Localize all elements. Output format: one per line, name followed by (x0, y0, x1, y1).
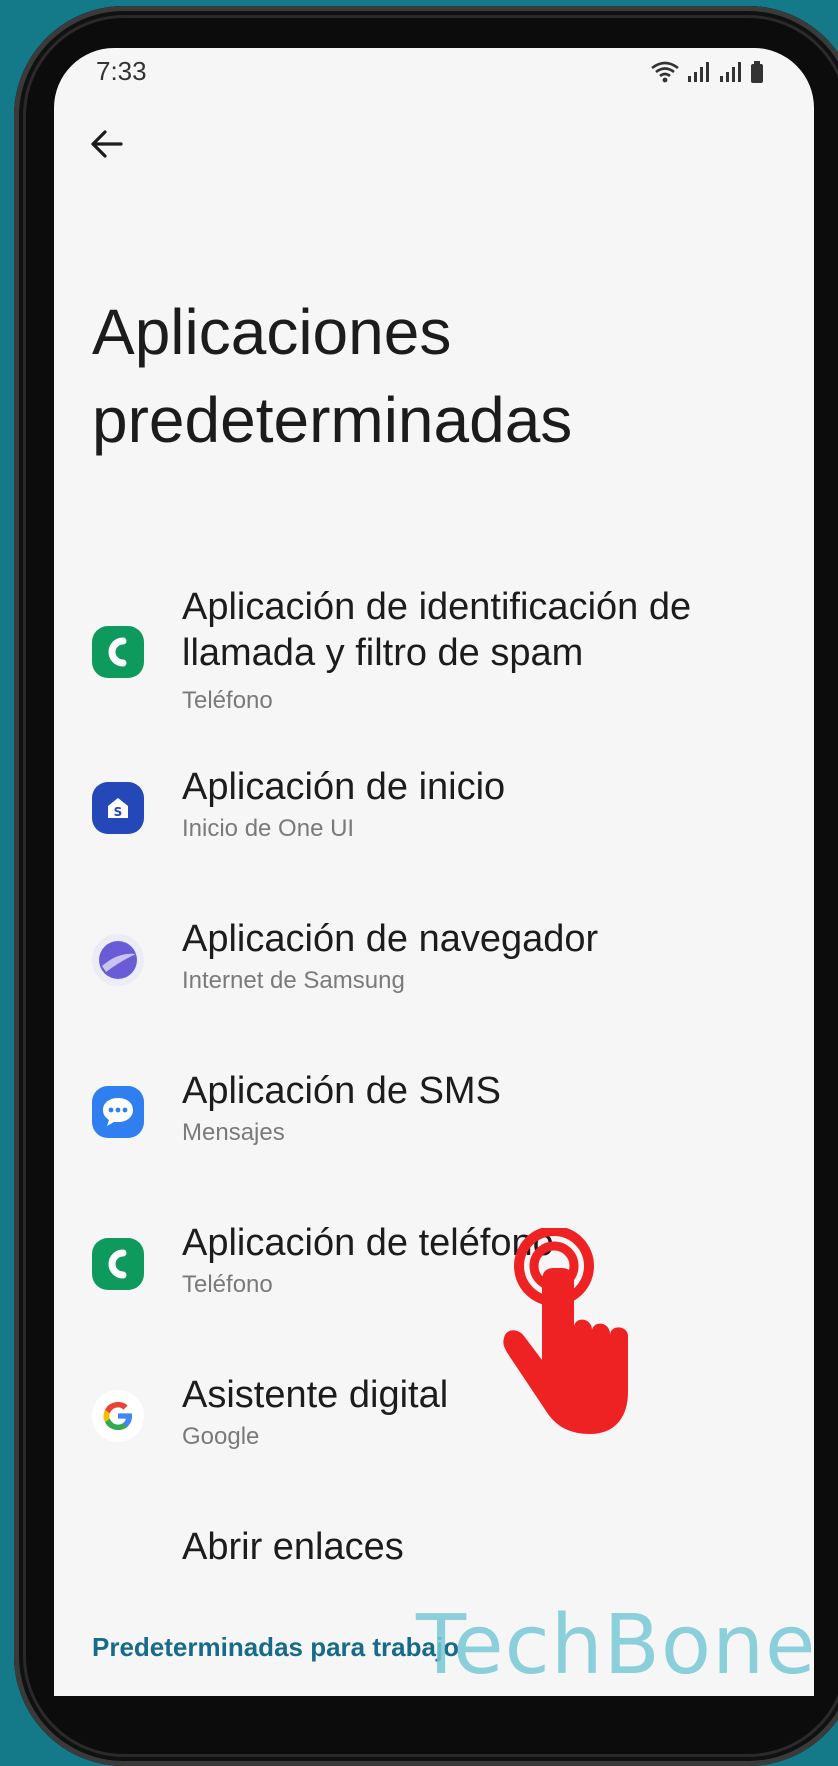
back-arrow-icon (91, 130, 123, 158)
tap-hand-icon (503, 1228, 628, 1434)
battery-icon (751, 61, 763, 83)
item-subtitle: Teléfono (182, 1271, 273, 1298)
item-title: Asistente digital (182, 1374, 449, 1416)
browser-app-icon (92, 934, 144, 986)
signal-icon (688, 62, 709, 82)
back-button[interactable] (78, 116, 134, 172)
item-title: Abrir enlaces (182, 1526, 404, 1568)
list-item-digital-assistant[interactable]: Asistente digital Google (54, 1372, 814, 1472)
list-item-open-links[interactable]: Abrir enlaces (54, 1524, 814, 1594)
svg-text:S: S (114, 805, 123, 819)
status-icons (650, 60, 764, 84)
item-title: Aplicación de navegador (182, 918, 599, 960)
list-item-sms-app[interactable]: Aplicación de SMS Mensajes (54, 1068, 814, 1168)
item-title: Aplicación de identificación de llamada … (182, 586, 692, 674)
status-time: 7:33 (96, 56, 147, 86)
messages-app-icon (92, 1086, 144, 1138)
list-item-browser-app[interactable]: Aplicación de navegador Internet de Sams… (54, 916, 814, 1016)
home-app-icon: S (92, 782, 144, 834)
list-item-caller-id[interactable]: Aplicación de identificación de llamada … (54, 568, 814, 718)
item-title: Aplicación de inicio (182, 766, 506, 808)
item-subtitle: Google (182, 1423, 260, 1450)
signal-icon (720, 62, 741, 82)
list-item-home-app[interactable]: S Aplicación de inicio Inicio de One UI (54, 764, 814, 864)
work-defaults-link[interactable]: Predeterminadas para trabajo (92, 1632, 459, 1663)
status-bar: 7:33 (54, 48, 814, 104)
item-subtitle: Mensajes (182, 1119, 285, 1146)
item-subtitle: Internet de Samsung (182, 967, 405, 994)
item-subtitle: Teléfono (182, 687, 273, 714)
page-title: Aplicaciones predeterminadas (92, 296, 573, 456)
item-title: Aplicación de SMS (182, 1070, 501, 1112)
google-icon (92, 1390, 144, 1442)
list-item-phone-app[interactable]: Aplicación de teléfono Teléfono (54, 1220, 814, 1320)
item-subtitle: Inicio de One UI (182, 815, 355, 842)
watermark: TechBone (416, 1598, 817, 1693)
phone-app-icon (92, 1238, 144, 1290)
screen: 7:33 Aplicaciones predeterminadas Aplica… (54, 48, 814, 1696)
item-title: Aplicación de teléfono (182, 1222, 554, 1264)
phone-app-icon (92, 626, 144, 678)
wifi-icon (651, 61, 679, 83)
